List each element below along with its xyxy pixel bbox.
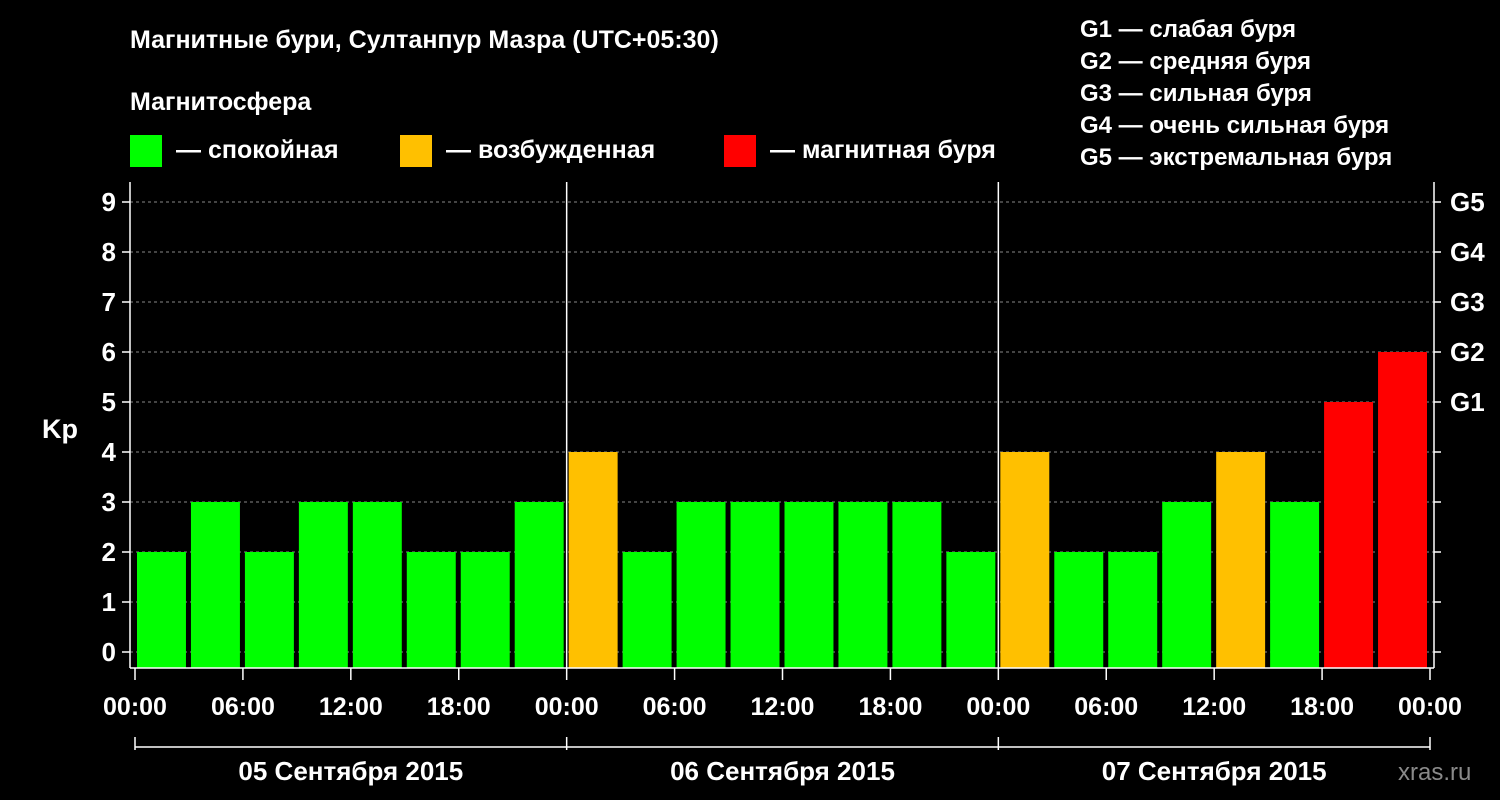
g-level-label: G2 [1450, 337, 1485, 367]
y-tick-label: 4 [102, 437, 117, 467]
g-scale-g4: G4 — очень сильная буря [1080, 112, 1389, 139]
g-scale-g5: G5 — экстремальная буря [1080, 144, 1392, 171]
kp-bar [1270, 502, 1320, 668]
x-tick-label: 12:00 [319, 693, 383, 721]
kp-bar [298, 502, 348, 668]
x-tick-label: 12:00 [751, 693, 815, 721]
kp-bar [568, 452, 618, 668]
g-level-label: G5 [1450, 187, 1485, 217]
kp-bar [1108, 552, 1158, 668]
kp-bar [1162, 502, 1212, 668]
legend-title: Магнитосфера [130, 88, 312, 116]
y-tick-label: 7 [102, 287, 116, 317]
g-scale-g2: G2 — средняя буря [1080, 48, 1311, 75]
kp-bar [190, 502, 240, 668]
y-tick-label: 3 [102, 487, 116, 517]
legend-swatch-active [400, 135, 432, 167]
legend-label-storm: — магнитная буря [770, 136, 996, 164]
kp-bar [352, 502, 402, 668]
x-tick-label: 06:00 [643, 693, 707, 721]
kp-chart: Магнитные бури, Султанпур Мазра (UTC+05:… [42, 16, 1485, 786]
g-scale-g3: G3 — сильная буря [1080, 80, 1312, 107]
x-tick-label: 00:00 [966, 693, 1030, 721]
y-tick-label: 0 [102, 637, 116, 667]
g-scale-g1: G1 — слабая буря [1080, 16, 1296, 43]
kp-bar [406, 552, 456, 668]
kp-bar [730, 502, 780, 668]
kp-bar [514, 502, 564, 668]
g-level-label: G1 [1450, 387, 1485, 417]
x-tick-label: 00:00 [103, 693, 167, 721]
x-tick-label: 18:00 [1290, 693, 1354, 721]
kp-bar [838, 502, 888, 668]
g-level-label: G4 [1450, 237, 1485, 267]
y-tick-label: 9 [102, 187, 116, 217]
kp-bar [1054, 552, 1104, 668]
kp-bar [892, 502, 942, 668]
y-tick-label: 2 [102, 537, 116, 567]
x-tick-label: 18:00 [427, 693, 491, 721]
x-tick-label: 06:00 [1074, 693, 1138, 721]
kp-bar [784, 502, 834, 668]
day-label: 06 Сентября 2015 [670, 756, 895, 786]
y-tick-label: 8 [102, 237, 116, 267]
kp-bar [946, 552, 996, 668]
y-axis-label: Kp [42, 414, 78, 444]
kp-bar [1000, 452, 1050, 668]
watermark: xras.ru [1398, 759, 1471, 786]
x-tick-label: 06:00 [211, 693, 275, 721]
kp-bar [460, 552, 510, 668]
day-label: 07 Сентября 2015 [1102, 756, 1327, 786]
x-tick-label: 12:00 [1182, 693, 1246, 721]
legend-label-quiet: — спокойная [176, 136, 339, 164]
x-tick-label: 00:00 [535, 693, 599, 721]
chart-title: Магнитные бури, Султанпур Мазра (UTC+05:… [130, 26, 719, 54]
kp-bar [622, 552, 672, 668]
legend-swatch-storm [724, 135, 756, 167]
kp-bar [244, 552, 294, 668]
legend-swatch-quiet [130, 135, 162, 167]
y-tick-label: 6 [102, 337, 116, 367]
day-label: 05 Сентября 2015 [238, 756, 463, 786]
kp-bar [1216, 452, 1266, 668]
kp-bar [1324, 402, 1374, 668]
y-tick-label: 5 [102, 387, 116, 417]
x-tick-label: 18:00 [858, 693, 922, 721]
g-level-label: G3 [1450, 287, 1485, 317]
legend-label-active: — возбужденная [446, 136, 655, 164]
kp-bar [1378, 352, 1427, 668]
kp-bar [676, 502, 726, 668]
x-tick-label: 00:00 [1398, 693, 1462, 721]
kp-bar [137, 552, 186, 668]
y-tick-label: 1 [102, 587, 116, 617]
